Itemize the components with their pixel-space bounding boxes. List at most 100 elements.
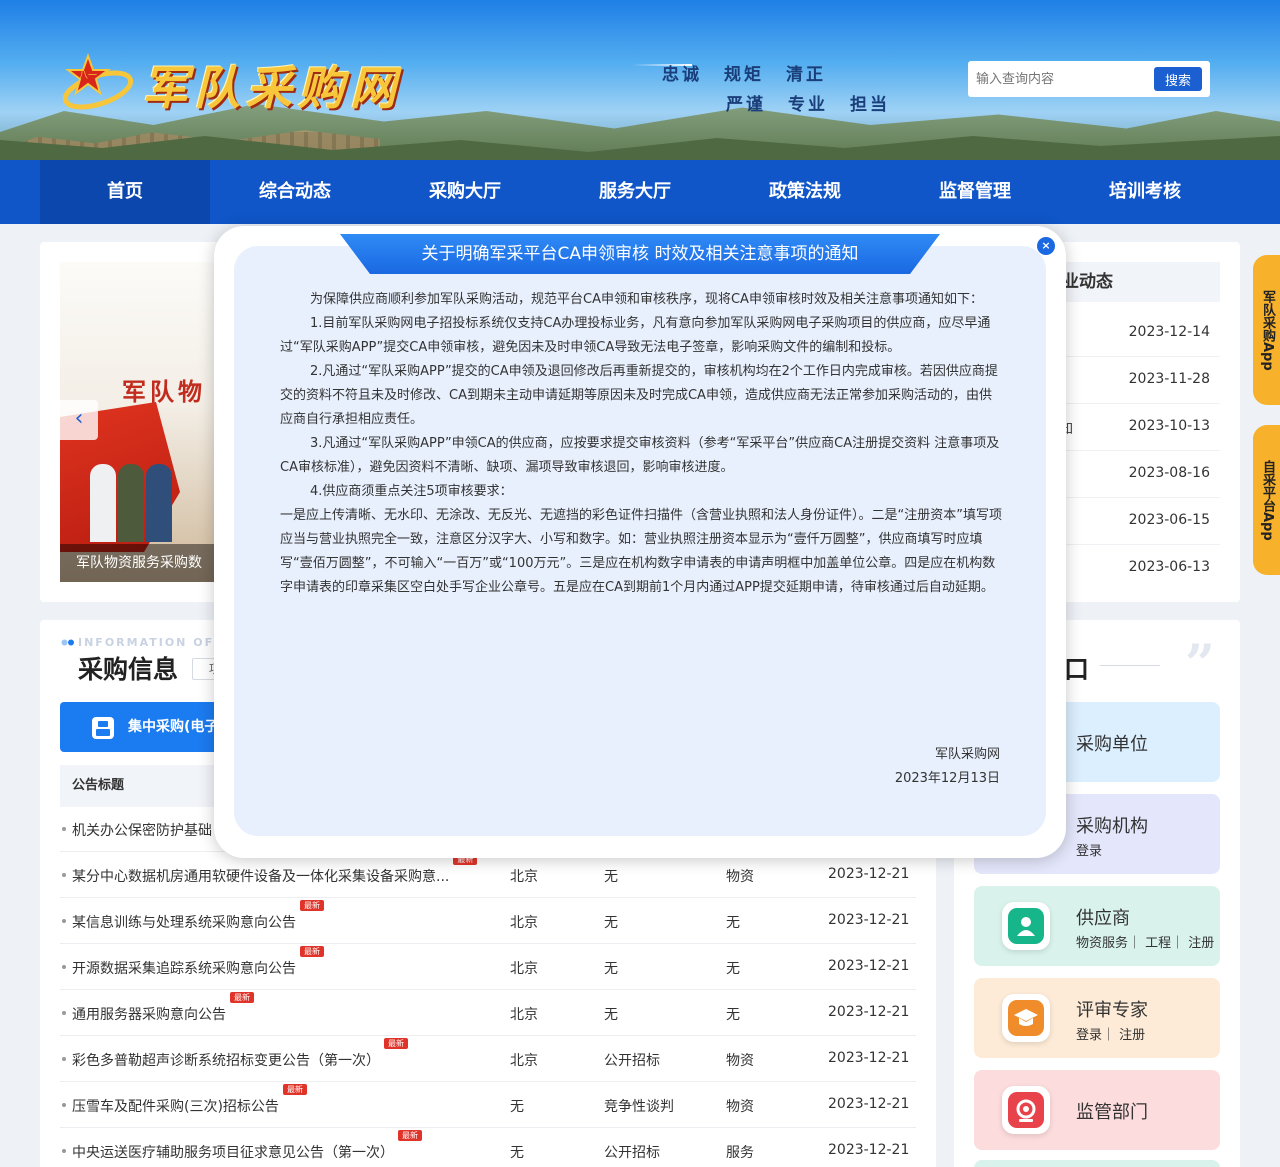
news-item[interactable]: 2023-12-14	[1060, 310, 1220, 357]
portal-card-title: 评审专家	[1076, 1000, 1148, 1021]
news-date: 2023-08-16	[1128, 465, 1210, 481]
modal-paragraph: 1.目前军队采购网电子招投标系统仅支持CA办理投标业务，凡有意向参加军队采购网电…	[280, 316, 991, 355]
bullet	[62, 965, 66, 969]
table-row[interactable]: 彩色多普勒超声诊断系统招标变更公告（第一次） 最新 北京 公开招标 物资 2023-12-…	[60, 1036, 916, 1082]
portal-card-title: 监管部门	[1076, 1102, 1148, 1123]
nav-item-news[interactable]: 综合动态	[210, 160, 380, 224]
side-tab-military-app[interactable]: 军队采购App	[1253, 255, 1280, 405]
new-badge: 最新	[282, 1084, 307, 1095]
portal-card-supervisor[interactable]: 监管部门	[974, 1070, 1220, 1150]
portal-card-expert[interactable]: 评审专家 登录｜ 注册	[974, 978, 1220, 1058]
portal-title-line	[1100, 665, 1160, 666]
close-icon[interactable]: ×	[1037, 237, 1055, 255]
table-row[interactable]: 通用服务器采购意向公告最新 北京无无 2023-12-21	[60, 990, 916, 1036]
bullet	[62, 827, 66, 831]
new-badge: 最新	[230, 992, 254, 1003]
nav-item-supervision[interactable]: 监督管理	[890, 160, 1060, 224]
bullet	[62, 1057, 66, 1061]
notice-title[interactable]: 某信息训练与处理系统采购意向公告最新	[72, 900, 324, 932]
news-item[interactable]: 知 2023-10-13	[1060, 404, 1220, 451]
bullet	[62, 919, 66, 923]
banner-caption[interactable]: 军队物资服务采购数	[60, 544, 220, 582]
slogan-word: 担当	[850, 95, 890, 115]
portal-card-partial[interactable]	[974, 1160, 1220, 1167]
expert-links[interactable]: 登录｜ 注册	[1076, 1024, 1145, 1043]
site-header: 八一 军队采购网 忠诚 规矩 清正 严谨 专业 担当 搜索	[0, 0, 1280, 160]
type: 物资	[726, 1099, 754, 1115]
date: 2023-12-21	[828, 1142, 910, 1158]
date: 2023-12-21	[828, 1096, 910, 1112]
notice-title-text: 某信息训练与处理系统采购意向公告	[72, 915, 296, 931]
method: 竞争性谈判	[604, 1099, 674, 1115]
notice-title-text: 彩色多普勒超声诊断系统招标变更公告（第一次）	[72, 1053, 380, 1069]
purchase-section-title: 采购信息	[78, 655, 179, 684]
supplier-links[interactable]: 物资服务｜ 工程｜ 注册	[1076, 932, 1214, 951]
news-item[interactable]: 2023-06-15	[1060, 498, 1220, 545]
notice-title[interactable]: 中央运送医疗辅助服务项目征求意见公告（第一次） 最新	[72, 1130, 422, 1162]
portal-section-title: 口	[1064, 655, 1090, 684]
table-row[interactable]: 某分中心数据机房通用软硬件设备及一体化采集设备采购意...最新 北京 无 物资 2023…	[60, 852, 916, 898]
login-link[interactable]: 登录	[1076, 840, 1102, 859]
search-input[interactable]	[976, 67, 1146, 91]
side-tab-self-purchase-app[interactable]: 自采平台App	[1253, 425, 1280, 575]
procurement-icon	[92, 717, 114, 739]
supervisor-icon	[1002, 1086, 1050, 1134]
notice-title-text: 某分中心数据机房通用软硬件设备及一体化采集设备采购意...	[72, 869, 450, 885]
site-logo-text[interactable]: 军队采购网	[142, 52, 402, 118]
notice-title-text: 通用服务器采购意向公告	[72, 1007, 226, 1023]
news-item[interactable]: 2023-11-28	[1060, 357, 1220, 404]
nav-item-home[interactable]: 首页	[40, 160, 210, 224]
portal-card-title: 采购机构	[1076, 816, 1148, 837]
table-row[interactable]: 中央运送医疗辅助服务项目征求意见公告（第一次） 最新无 公开招标 服务 2023-12-…	[60, 1128, 916, 1167]
search-button[interactable]: 搜索	[1154, 67, 1202, 91]
notice-title[interactable]: 开源数据采集追踪系统采购意向公告最新	[72, 946, 324, 978]
carousel-prev-icon[interactable]: ‹	[60, 400, 98, 440]
soldier-graphic	[118, 464, 144, 542]
news-item[interactable]: 2023-08-16	[1060, 451, 1220, 498]
quote-mark-icon: ”	[1185, 634, 1215, 695]
news-header[interactable]: 业动态	[1060, 262, 1220, 302]
portal-card-title: 采购单位	[1076, 734, 1148, 755]
modal-title: 关于明确军采平台CA申领审核 时效及相关注意事项的通知	[421, 244, 859, 264]
notice-title[interactable]: 彩色多普勒超声诊断系统招标变更公告（第一次） 最新	[72, 1038, 408, 1070]
notice-title[interactable]: 通用服务器采购意向公告最新	[72, 992, 254, 1024]
table-row[interactable]: 压雪车及配件采购(三次)招标公告最新无竞争性谈判 物资 2023-12-21	[60, 1082, 916, 1128]
portal-card-title: 供应商	[1076, 908, 1130, 929]
nav-item-service-hall[interactable]: 服务大厅	[550, 160, 720, 224]
column-header-title: 公告标题	[60, 765, 220, 807]
section-dots-icon	[61, 639, 74, 646]
tab-centralized-procurement[interactable]: 集中采购(电子	[60, 702, 220, 752]
main-nav: 首页 综合动态 采购大厅 服务大厅 政策法规 监督管理 培训考核	[0, 160, 1280, 224]
notice-title-text: 压雪车及配件采购(三次)招标公告	[72, 1099, 279, 1115]
notice-title[interactable]: 某分中心数据机房通用软硬件设备及一体化采集设备采购意...最新	[72, 854, 478, 886]
nav-item-training[interactable]: 培训考核	[1060, 160, 1230, 224]
type: 无	[726, 915, 740, 931]
army-star-logo-icon: 八一	[62, 53, 134, 110]
notice-title[interactable]: 机关办公保密防护基础	[72, 820, 212, 840]
modal-signature-block: 军队采购网 2023年12月13日	[895, 743, 1000, 791]
news-date: 2023-06-13	[1128, 559, 1210, 575]
nav-item-policy[interactable]: 政策法规	[720, 160, 890, 224]
type: 物资	[726, 1053, 754, 1069]
date: 2023-12-21	[828, 958, 910, 974]
date: 2023-12-21	[828, 1050, 910, 1066]
notice-title-text: 中央运送医疗辅助服务项目征求意见公告（第一次）	[72, 1145, 394, 1161]
slogan-line-2: 严谨 专业 担当	[726, 90, 912, 115]
notice-modal: 关于明确军采平台CA申领审核 时效及相关注意事项的通知 × 为保障供应商顺利参加…	[214, 226, 1066, 858]
new-badge: 最新	[384, 1038, 408, 1049]
region: 北京	[510, 915, 538, 931]
slogan-word: 忠诚	[662, 65, 702, 85]
table-row[interactable]: 某信息训练与处理系统采购意向公告最新 北京无无 2023-12-21	[60, 898, 916, 944]
region: 北京	[510, 1007, 538, 1023]
notice-title[interactable]: 压雪车及配件采购(三次)招标公告最新	[72, 1084, 307, 1116]
news-item[interactable]: 2023-06-13	[1060, 545, 1220, 592]
modal-paragraph: 2.凡通过“军队采购APP”提交的CA申领及退回修改后再重新提交的，审核机构均在…	[280, 364, 998, 427]
slogan-line-1: 忠诚 规矩 清正	[662, 60, 848, 85]
nav-item-procurement-hall[interactable]: 采购大厅	[380, 160, 550, 224]
table-row[interactable]: 开源数据采集追踪系统采购意向公告最新 北京无无 2023-12-21	[60, 944, 916, 990]
portal-card-supplier[interactable]: 供应商 物资服务｜ 工程｜ 注册	[974, 886, 1220, 966]
bullet	[62, 873, 66, 877]
search-box: 搜索	[968, 61, 1210, 97]
new-badge: 最新	[300, 900, 324, 911]
modal-body: 为保障供应商顺利参加军队采购活动，规范平台CA申领和审核秩序，现将CA申领审核时…	[280, 288, 1002, 600]
